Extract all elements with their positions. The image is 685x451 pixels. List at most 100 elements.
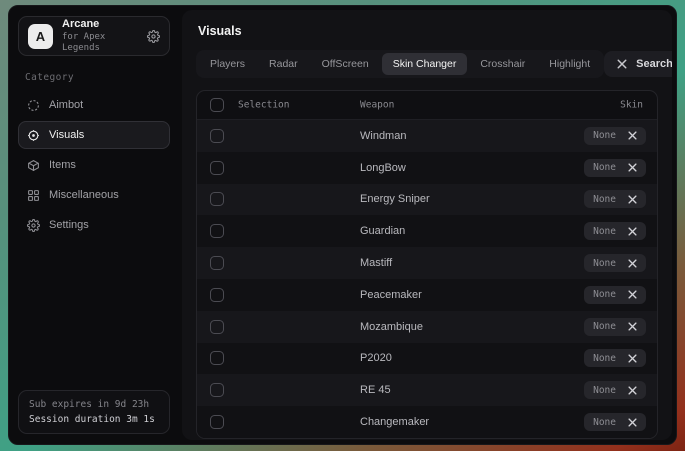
row-checkbox[interactable]	[210, 224, 224, 238]
search-button[interactable]: Search	[604, 51, 672, 77]
weapon-name: P2020	[360, 352, 392, 364]
weapon-name: Windman	[360, 130, 406, 142]
tab-highlight[interactable]: Highlight	[538, 53, 601, 75]
skin-value: None	[593, 321, 616, 332]
weapon-name: RE 45	[360, 384, 391, 396]
clear-skin-icon[interactable]	[628, 259, 637, 268]
search-icon	[617, 59, 627, 69]
clear-skin-icon[interactable]	[628, 386, 637, 395]
weapon-name: Guardian	[360, 225, 405, 237]
sidebar-item-aimbot[interactable]: Aimbot	[18, 91, 170, 119]
clear-skin-icon[interactable]	[628, 163, 637, 172]
row-checkbox[interactable]	[210, 192, 224, 206]
app-window: A Arcane for Apex Legends Category Aimbo…	[8, 5, 677, 445]
tab-radar[interactable]: Radar	[258, 53, 309, 75]
clear-skin-icon[interactable]	[628, 354, 637, 363]
table-header-row: Selection Weapon Skin	[197, 91, 657, 120]
clear-skin-icon[interactable]	[628, 290, 637, 299]
column-header-skin: Skin	[620, 100, 643, 111]
table-row: Mozambique None	[197, 311, 657, 343]
eye-scan-icon	[27, 129, 40, 142]
skin-value: None	[593, 289, 616, 300]
tab-players[interactable]: Players	[199, 53, 256, 75]
weapon-name: Mozambique	[360, 321, 423, 333]
clear-skin-icon[interactable]	[628, 322, 637, 331]
row-checkbox[interactable]	[210, 415, 224, 429]
gear-icon[interactable]	[147, 30, 160, 43]
skin-value: None	[593, 162, 616, 173]
sidebar-item-label: Visuals	[49, 129, 84, 141]
gear-icon	[27, 219, 40, 232]
table-row: Guardian None	[197, 215, 657, 247]
skin-badge[interactable]: None	[584, 222, 646, 240]
skin-badge[interactable]: None	[584, 190, 646, 208]
search-button-label: Search	[636, 58, 672, 70]
page-title: Visuals	[198, 24, 658, 38]
sidebar-item-visuals[interactable]: Visuals	[18, 121, 170, 149]
table-row: Energy Sniper None	[197, 184, 657, 216]
skin-badge[interactable]: None	[584, 381, 646, 399]
box-icon	[27, 159, 40, 172]
tab-crosshair[interactable]: Crosshair	[469, 53, 536, 75]
skin-value: None	[593, 130, 616, 141]
clear-skin-icon[interactable]	[628, 195, 637, 204]
grid-icon	[27, 189, 40, 202]
app-subtitle: for Apex Legends	[62, 32, 138, 55]
app-title-block: Arcane for Apex Legends	[62, 18, 138, 54]
skin-value: None	[593, 417, 616, 428]
skin-badge[interactable]: None	[584, 159, 646, 177]
tabs-row: Players Radar OffScreen Skin Changer Cro…	[196, 50, 658, 78]
sidebar-item-label: Miscellaneous	[49, 189, 119, 201]
app-name: Arcane	[62, 18, 138, 32]
table-row: LongBow None	[197, 152, 657, 184]
weapon-name: Mastiff	[360, 257, 392, 269]
skin-badge[interactable]: None	[584, 286, 646, 304]
sidebar-item-items[interactable]: Items	[18, 151, 170, 179]
tab-bar: Players Radar OffScreen Skin Changer Cro…	[196, 50, 604, 78]
weapon-name: Changemaker	[360, 416, 429, 428]
clear-skin-icon[interactable]	[628, 227, 637, 236]
sidebar-item-settings[interactable]: Settings	[18, 211, 170, 239]
app-logo: A	[28, 24, 53, 49]
sidebar-item-miscellaneous[interactable]: Miscellaneous	[18, 181, 170, 209]
row-checkbox[interactable]	[210, 256, 224, 270]
clear-skin-icon[interactable]	[628, 131, 637, 140]
skin-badge[interactable]: None	[584, 254, 646, 272]
tab-skin-changer[interactable]: Skin Changer	[382, 53, 468, 75]
table-row: P2020 None	[197, 343, 657, 375]
sidebar-item-label: Items	[49, 159, 76, 171]
skin-changer-table: Selection Weapon Skin Windman None LongB…	[196, 90, 658, 439]
row-checkbox[interactable]	[210, 129, 224, 143]
sidebar-item-label: Settings	[49, 219, 89, 231]
crosshair-icon	[27, 99, 40, 112]
category-label: Category	[25, 72, 170, 83]
skin-badge[interactable]: None	[584, 349, 646, 367]
skin-value: None	[593, 194, 616, 205]
table-row: Windman None	[197, 120, 657, 152]
tab-offscreen[interactable]: OffScreen	[311, 53, 380, 75]
sub-expires-text: Sub expires in 9d 23h	[29, 399, 159, 410]
weapon-name: Energy Sniper	[360, 193, 430, 205]
row-checkbox[interactable]	[210, 161, 224, 175]
skin-value: None	[593, 226, 616, 237]
weapon-name: LongBow	[360, 162, 406, 174]
skin-value: None	[593, 353, 616, 364]
clear-skin-icon[interactable]	[628, 418, 637, 427]
row-checkbox[interactable]	[210, 320, 224, 334]
table-row: RE 45 None	[197, 374, 657, 406]
select-all-checkbox[interactable]	[210, 98, 224, 112]
app-header-card: A Arcane for Apex Legends	[18, 16, 170, 56]
skin-badge[interactable]: None	[584, 413, 646, 431]
sidebar-item-label: Aimbot	[49, 99, 83, 111]
skin-badge[interactable]: None	[584, 127, 646, 145]
subscription-status-card: Sub expires in 9d 23h Session duration 3…	[18, 390, 170, 434]
main-panel: Visuals Players Radar OffScreen Skin Cha…	[182, 10, 672, 440]
row-checkbox[interactable]	[210, 288, 224, 302]
skin-value: None	[593, 385, 616, 396]
row-checkbox[interactable]	[210, 351, 224, 365]
skin-badge[interactable]: None	[584, 318, 646, 336]
table-row: Peacemaker None	[197, 279, 657, 311]
sidebar: A Arcane for Apex Legends Category Aimbo…	[9, 6, 179, 444]
row-checkbox[interactable]	[210, 383, 224, 397]
session-duration-text: Session duration 3m 1s	[29, 414, 159, 425]
